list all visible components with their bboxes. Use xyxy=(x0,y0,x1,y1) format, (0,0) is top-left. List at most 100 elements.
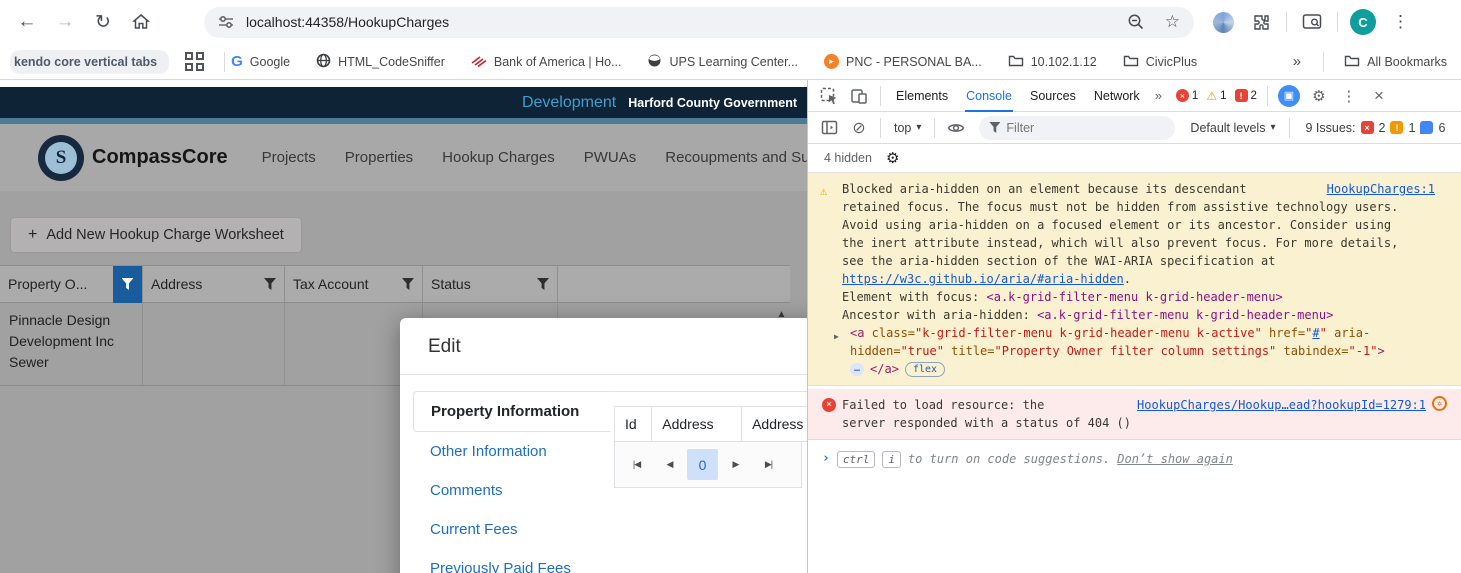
console-filter[interactable] xyxy=(979,115,1176,140)
forward-icon[interactable]: → xyxy=(46,5,84,39)
issues-count-badge[interactable]: ! 2 xyxy=(1234,89,1257,102)
tab-current-fees[interactable]: Current Fees xyxy=(413,510,610,549)
bookmarks-overflow-icon[interactable]: » xyxy=(1293,53,1301,70)
devtools-separator-2 xyxy=(1266,85,1268,106)
tab-comments[interactable]: Comments xyxy=(413,471,610,510)
add-hookup-worksheet-button[interactable]: + Add New Hookup Charge Worksheet xyxy=(10,217,302,253)
issues-summary[interactable]: 9 Issues: × 2 ! 1 6 xyxy=(1306,121,1446,135)
brand-name[interactable]: CompassCore xyxy=(92,146,228,169)
error-source-link[interactable]: HookupCharges/Hookup…ead?hookupId=1279:1 xyxy=(1137,396,1426,414)
url-text[interactable]: localhost:44358/HookupCharges xyxy=(246,14,449,30)
href-link[interactable]: # xyxy=(1312,326,1319,340)
bookmark-folder-ip[interactable]: 10.102.1.12 xyxy=(1008,54,1097,70)
devtools-settings-icon[interactable]: ⚙ xyxy=(1304,83,1334,109)
bookmark-google[interactable]: G Google xyxy=(231,53,290,70)
element-preview[interactable]: ▶ <a class="k-grid-filter-menu k-grid-he… xyxy=(822,324,1435,360)
devtools-menu-icon[interactable]: ⋮ xyxy=(1334,83,1364,109)
extension-swirl-icon[interactable] xyxy=(1204,5,1242,39)
nav-item-properties[interactable]: Properties xyxy=(345,149,413,166)
url-bar[interactable]: localhost:44358/HookupCharges ☆ xyxy=(204,6,1194,38)
search-tabs-icon[interactable] xyxy=(1293,5,1331,39)
more-panels-icon[interactable]: » xyxy=(1149,88,1168,103)
pager-next-icon[interactable]: ▶ xyxy=(720,449,751,480)
compasscore-logo[interactable]: S xyxy=(38,134,84,181)
tab-sources[interactable]: Sources xyxy=(1021,80,1085,112)
error-count-badge[interactable]: × 1 xyxy=(1175,89,1198,102)
home-icon[interactable] xyxy=(122,5,160,39)
devtools-close-icon[interactable]: × xyxy=(1364,83,1394,109)
reload-icon[interactable]: ↻ xyxy=(84,5,122,39)
globe-icon xyxy=(316,53,331,71)
tab-network[interactable]: Network xyxy=(1085,80,1149,112)
tab-previously-paid-fees[interactable]: Previously Paid Fees xyxy=(413,549,610,573)
column-header-tax-account[interactable]: Tax Account xyxy=(285,266,423,302)
nav-item-pwuas[interactable]: PWUAs xyxy=(584,149,637,166)
bookmark-ups-learning[interactable]: UPS Learning Center... xyxy=(647,53,798,71)
chevron-down-icon: ▾ xyxy=(1270,122,1276,133)
focus-element-ref[interactable]: <a.k-grid-filter-menu k-grid-header-menu… xyxy=(987,290,1283,304)
pager-first-icon[interactable]: |◀ xyxy=(621,449,652,480)
site-settings-icon[interactable] xyxy=(218,14,234,30)
browser-menu-icon[interactable]: ⋮ xyxy=(1382,12,1419,32)
modal-column-address-dir[interactable]: Address Dire xyxy=(742,407,807,441)
filter-button-property-owner-active[interactable] xyxy=(113,265,142,303)
hidden-messages-label[interactable]: 4 hidden xyxy=(824,151,872,165)
back-icon[interactable]: ← xyxy=(8,5,46,39)
device-toolbar-icon[interactable] xyxy=(844,83,874,109)
javascript-context-selector[interactable]: top ▾ xyxy=(887,121,928,135)
filter-funnel-icon xyxy=(989,122,1001,133)
explain-error-icon[interactable]: ✲ xyxy=(1432,396,1447,411)
bookmark-htmlcodesniffer[interactable]: HTML_CodeSniffer xyxy=(316,53,445,71)
live-expression-eye-icon[interactable] xyxy=(941,115,971,141)
profile-avatar[interactable]: C xyxy=(1344,5,1382,39)
extensions-puzzle-icon[interactable] xyxy=(1242,5,1280,39)
dont-show-again-link[interactable]: Don’t show again xyxy=(1117,450,1233,468)
filter-icon[interactable] xyxy=(264,278,276,290)
inspect-element-icon[interactable] xyxy=(814,83,844,109)
pager-prev-icon[interactable]: ◀ xyxy=(654,449,685,480)
console-filter-input[interactable] xyxy=(1006,120,1137,135)
console-prompt[interactable]: › ctrl i to turn on code suggestions. Do… xyxy=(808,440,1461,478)
tab-property-information[interactable]: Property Information xyxy=(413,391,611,432)
apps-grid-icon[interactable] xyxy=(185,52,205,71)
tab-other-information[interactable]: Other Information xyxy=(413,432,610,471)
bookmark-pnc[interactable]: ▸ PNC - PERSONAL BA... xyxy=(824,54,982,69)
warning-source-link[interactable]: HookupCharges:1 xyxy=(1327,180,1435,198)
column-header-property-owner[interactable]: Property O... xyxy=(0,265,143,303)
ancestor-element-ref[interactable]: <a.k-grid-filter-menu k-grid-header-menu… xyxy=(1037,308,1333,322)
log-levels-selector[interactable]: Default levels ▾ xyxy=(1183,121,1282,135)
pager-last-icon[interactable]: ▶| xyxy=(753,449,784,480)
expand-children-icon[interactable]: … xyxy=(850,362,865,376)
column-header-address[interactable]: Address xyxy=(143,266,285,302)
nav-item-hookup-charges[interactable]: Hookup Charges xyxy=(442,149,555,166)
modal-column-id[interactable]: Id xyxy=(615,407,653,441)
bookmark-star-icon[interactable]: ☆ xyxy=(1165,12,1180,32)
clear-console-icon[interactable]: ⊘ xyxy=(844,115,874,141)
nav-item-projects[interactable]: Projects xyxy=(262,149,316,166)
modal-column-address[interactable]: Address xyxy=(652,407,743,441)
element-preview-footer: … </a> flex xyxy=(850,360,1435,378)
zoom-icon[interactable] xyxy=(1127,13,1145,31)
filter-icon[interactable] xyxy=(537,278,549,290)
expand-arrow-icon[interactable]: ▶ xyxy=(834,324,850,360)
tab-console[interactable]: Console xyxy=(957,80,1021,112)
tab-elements[interactable]: Elements xyxy=(887,80,957,112)
flex-badge[interactable]: flex xyxy=(904,361,946,377)
column-header-status[interactable]: Status xyxy=(423,266,558,302)
aria-spec-link[interactable]: https://w3c.github.io/aria/#aria-hidden xyxy=(842,272,1124,286)
add-button-label: Add New Hookup Charge Worksheet xyxy=(46,227,284,243)
pager-current-page[interactable]: 0 xyxy=(687,449,718,480)
column-label: Status xyxy=(431,276,471,292)
nav-item-recoupments[interactable]: Recoupments and Surcharges xyxy=(665,149,807,166)
all-bookmarks-button[interactable]: All Bookmarks xyxy=(1344,54,1447,70)
filter-icon[interactable] xyxy=(402,278,414,290)
console-settings-gear-icon[interactable]: ⚙ xyxy=(886,149,899,167)
bookmark-bank-of-america[interactable]: Bank of America | Ho... xyxy=(471,54,621,70)
warning-count-badge[interactable]: ⚠ 1 xyxy=(1206,89,1226,103)
tab-group-chip[interactable]: kendo core vertical tabs xyxy=(10,49,170,74)
val-class: "k-grid-filter-menu k-grid-header-menu k… xyxy=(915,326,1262,340)
bookmark-folder-civicplus[interactable]: CivicPlus xyxy=(1123,54,1197,70)
edit-modal: Edit Property Information Other Informat… xyxy=(400,318,807,573)
console-sidebar-toggle-icon[interactable] xyxy=(814,115,844,141)
devtools-ai-icon[interactable]: ▣ xyxy=(1274,83,1304,109)
